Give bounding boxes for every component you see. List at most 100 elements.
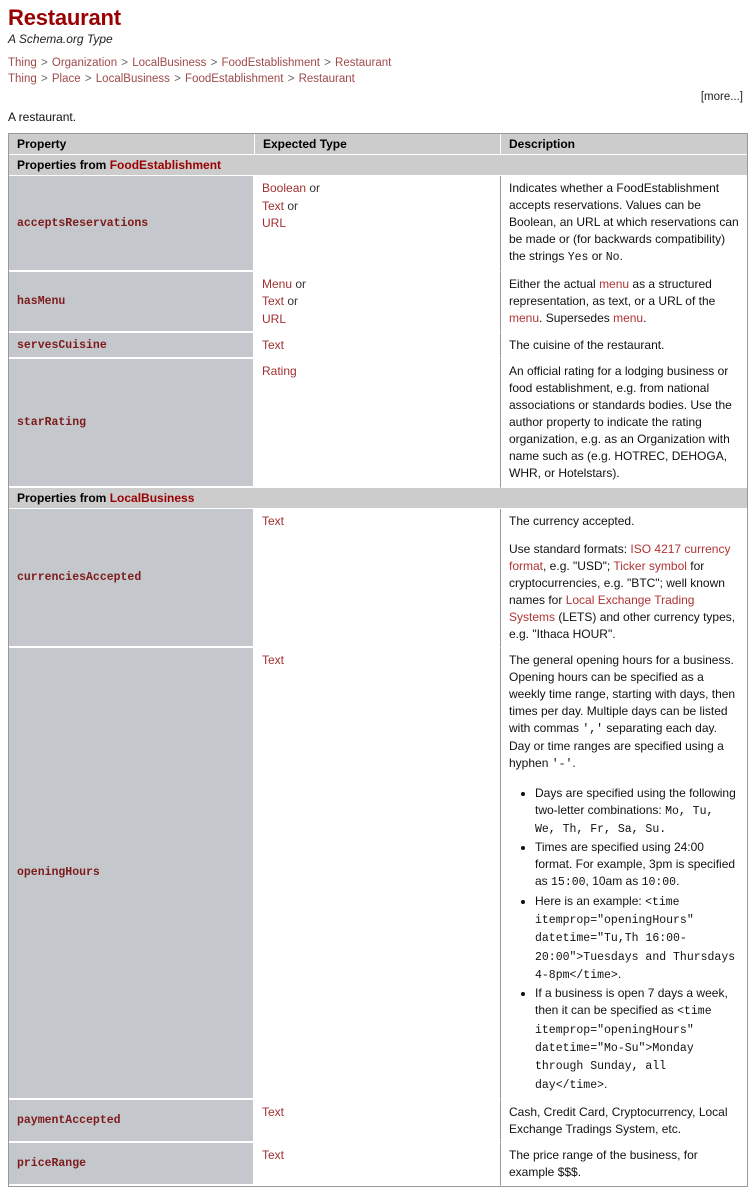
description-text: The general opening hours for a business… — [509, 652, 736, 772]
expected-type-link[interactable]: Text — [262, 294, 284, 308]
property-link-servescuisine[interactable]: servesCuisine — [17, 339, 107, 352]
type-or-word: or — [306, 181, 321, 196]
inline-text: Use standard formats: — [509, 541, 631, 556]
expected-type-cell: Text — [255, 508, 501, 648]
property-link-paymentaccepted[interactable]: paymentAccepted — [17, 1114, 121, 1127]
breadcrumb-link-restaurant[interactable]: Restaurant — [299, 73, 355, 85]
inline-text: . — [617, 966, 622, 981]
property-link-pricerange[interactable]: priceRange — [17, 1157, 86, 1170]
section-type-link[interactable]: LocalBusiness — [110, 491, 195, 505]
expected-type-link[interactable]: URL — [262, 312, 286, 326]
property-name-cell: acceptsReservations — [9, 176, 255, 272]
expected-type-link[interactable]: Text — [262, 514, 284, 528]
description-text: Cash, Credit Card, Cryptocurrency, Local… — [509, 1104, 728, 1136]
property-name-cell: hasMenu — [9, 271, 255, 333]
property-name-cell: priceRange — [9, 1143, 255, 1187]
breadcrumb-separator: > — [118, 56, 132, 69]
table-head: Property Expected Type Description — [9, 134, 747, 156]
property-name-cell: starRating — [9, 359, 255, 488]
more-row: [more...] — [8, 91, 748, 103]
type-description: A restaurant. — [8, 110, 77, 125]
breadcrumb-separator: > — [81, 72, 95, 85]
breadcrumb-link-localbusiness[interactable]: LocalBusiness — [96, 73, 170, 85]
column-header-description: Description — [501, 134, 747, 156]
expected-type-link[interactable]: Text — [262, 1148, 284, 1162]
table-row: starRating Rating An official rating for a… — [9, 359, 747, 488]
property-link-hasmenu[interactable]: hasMenu — [17, 295, 65, 308]
description-cell: The cuisine of the restaurant. — [501, 332, 747, 360]
description-text: Either the actual menu as a structured r… — [509, 276, 716, 325]
more-link[interactable]: [more...] — [701, 91, 743, 103]
section-type-link[interactable]: FoodEstablishment — [110, 158, 221, 172]
expected-type-cell: Text — [255, 647, 501, 1100]
breadcrumb-link-restaurant[interactable]: Restaurant — [335, 57, 391, 69]
breadcrumb-separator: > — [207, 56, 221, 69]
description-cell: The currency accepted. Use standard forma… — [501, 508, 747, 648]
inline-code: <time itemprop="openingHours" datetime="… — [535, 1005, 712, 1092]
page-title: Restaurant — [8, 5, 121, 30]
type-or-word: or — [292, 276, 307, 291]
inline-code: Yes — [567, 251, 589, 265]
inline-link[interactable]: menu — [599, 277, 629, 291]
description-bullet-list: Days are specified using the following t… — [509, 785, 739, 1094]
section-header-label: Properties from LocalBusiness — [9, 487, 747, 509]
description-cell: Indicates whether a FoodEstablishment ac… — [501, 176, 747, 272]
expected-type-link[interactable]: Boolean — [262, 181, 306, 195]
page-subtitle: A Schema.org Type — [8, 31, 113, 46]
table-body: Properties from FoodEstablishment accepts… — [9, 155, 747, 1187]
inline-code: 15:00 — [551, 876, 586, 890]
breadcrumb-list: Thing > Organization > LocalBusiness > F… — [8, 55, 748, 88]
expected-type-link[interactable]: URL — [262, 216, 286, 230]
description-text: The currency accepted. — [509, 513, 635, 528]
table-row: servesCuisine Text The cuisine of the rest… — [9, 332, 747, 360]
list-item: Here is an example: <time itemprop="open… — [535, 893, 739, 985]
breadcrumb-link-foodestablishment[interactable]: FoodEstablishment — [221, 57, 319, 69]
expected-type-link[interactable]: Text — [262, 1105, 284, 1119]
breadcrumb-separator: > — [320, 56, 335, 69]
description-text-secondary: Use standard formats: ISO 4217 currency … — [509, 541, 739, 643]
expected-type-link[interactable]: Text — [262, 653, 284, 667]
property-link-acceptsreservations[interactable]: acceptsReservations — [17, 217, 148, 230]
expected-type-cell: Text — [255, 1143, 501, 1187]
inline-text: , e.g. "USD"; — [543, 558, 614, 573]
column-header-expected-type: Expected Type — [255, 134, 501, 156]
column-header-property: Property — [9, 134, 255, 156]
list-item: Days are specified using the following t… — [535, 785, 739, 839]
property-link-openinghours[interactable]: openingHours — [17, 866, 100, 879]
property-name-cell: paymentAccepted — [9, 1099, 255, 1143]
list-item: If a business is open 7 days a week, the… — [535, 985, 739, 1094]
breadcrumb-link-foodestablishment[interactable]: FoodEstablishment — [185, 73, 283, 85]
inline-link[interactable]: menu — [509, 311, 539, 325]
expected-type-link[interactable]: Rating — [262, 364, 297, 378]
type-or-word: or — [284, 294, 299, 309]
breadcrumb-link-thing[interactable]: Thing — [8, 73, 37, 85]
breadcrumb-link-thing[interactable]: Thing — [8, 57, 37, 69]
breadcrumb-separator: > — [37, 56, 51, 69]
breadcrumb-link-organization[interactable]: Organization — [52, 57, 117, 69]
property-name-cell: currenciesAccepted — [9, 508, 255, 648]
expected-type-cell: Menu or Text or URL — [255, 271, 501, 333]
description-text: The cuisine of the restaurant. — [509, 337, 665, 352]
section-header-label: Properties from FoodEstablishment — [9, 155, 747, 177]
expected-type-cell: Rating — [255, 359, 501, 488]
properties-table: Property Expected Type Description Prope… — [8, 133, 748, 1187]
inline-code: '-' — [551, 758, 573, 772]
property-link-currenciesaccepted[interactable]: currenciesAccepted — [17, 571, 141, 584]
breadcrumb: Thing > Organization > LocalBusiness > F… — [8, 55, 748, 71]
breadcrumb-link-localbusiness[interactable]: LocalBusiness — [132, 57, 206, 69]
inline-link[interactable]: menu — [613, 311, 643, 325]
expected-type-cell: Boolean or Text or URL — [255, 176, 501, 272]
inline-code: No — [605, 251, 620, 265]
property-name-cell: servesCuisine — [9, 332, 255, 360]
expected-type-link[interactable]: Menu — [262, 277, 292, 291]
inline-link[interactable]: Ticker symbol — [613, 559, 687, 573]
breadcrumb-separator: > — [37, 72, 51, 85]
expected-type-link[interactable]: Text — [262, 338, 284, 352]
table-header-row: Property Expected Type Description — [9, 134, 747, 156]
inline-text: Here is an example: — [535, 893, 646, 908]
breadcrumb-link-place[interactable]: Place — [52, 73, 81, 85]
property-link-starrating[interactable]: starRating — [17, 416, 86, 429]
section-header-row: Properties from FoodEstablishment — [9, 155, 747, 177]
description-text: The price range of the business, for exa… — [509, 1148, 698, 1180]
expected-type-link[interactable]: Text — [262, 199, 284, 213]
